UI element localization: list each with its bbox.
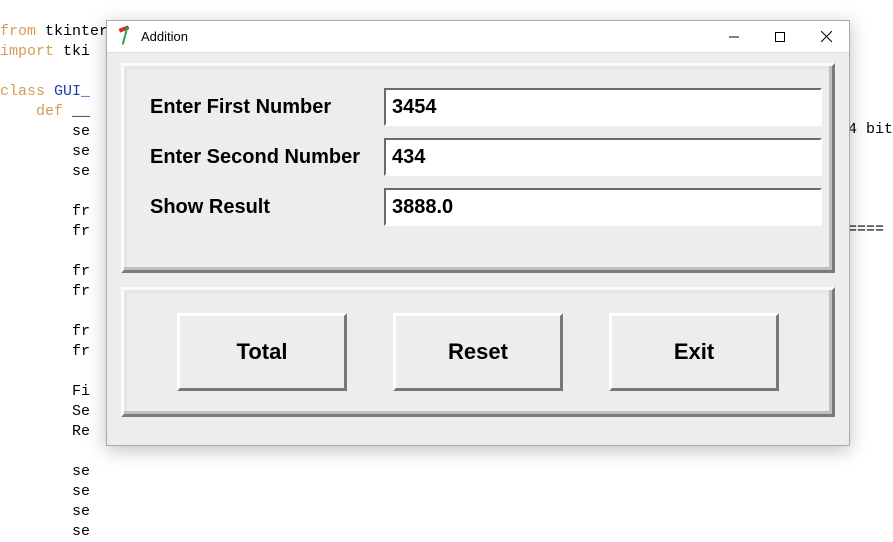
- titlebar[interactable]: Addition: [107, 21, 849, 53]
- window-title: Addition: [141, 29, 188, 44]
- close-icon: [821, 31, 832, 42]
- second-number-input[interactable]: [384, 138, 822, 176]
- input-frame: Enter First Number Enter Second Number S…: [121, 63, 835, 273]
- app-window: Addition Enter First Number Enter Second…: [106, 20, 850, 446]
- second-number-row: Enter Second Number: [134, 138, 822, 176]
- maximize-icon: [775, 32, 785, 42]
- maximize-button[interactable]: [757, 21, 803, 52]
- button-frame: Total Reset Exit: [121, 287, 835, 417]
- result-output[interactable]: [384, 188, 822, 226]
- client-area: Enter First Number Enter Second Number S…: [107, 53, 849, 445]
- result-label: Show Result: [134, 196, 384, 219]
- console-background: 4 bit ====: [848, 100, 893, 240]
- total-button[interactable]: Total: [177, 313, 347, 391]
- second-number-label: Enter Second Number: [134, 146, 384, 169]
- close-button[interactable]: [803, 21, 849, 52]
- tk-feather-icon: [117, 27, 133, 47]
- first-number-row: Enter First Number: [134, 88, 822, 126]
- minimize-icon: [729, 32, 739, 42]
- exit-button[interactable]: Exit: [609, 313, 779, 391]
- reset-button[interactable]: Reset: [393, 313, 563, 391]
- first-number-input[interactable]: [384, 88, 822, 126]
- window-controls: [711, 21, 849, 52]
- result-row: Show Result: [134, 188, 822, 226]
- minimize-button[interactable]: [711, 21, 757, 52]
- first-number-label: Enter First Number: [134, 96, 384, 119]
